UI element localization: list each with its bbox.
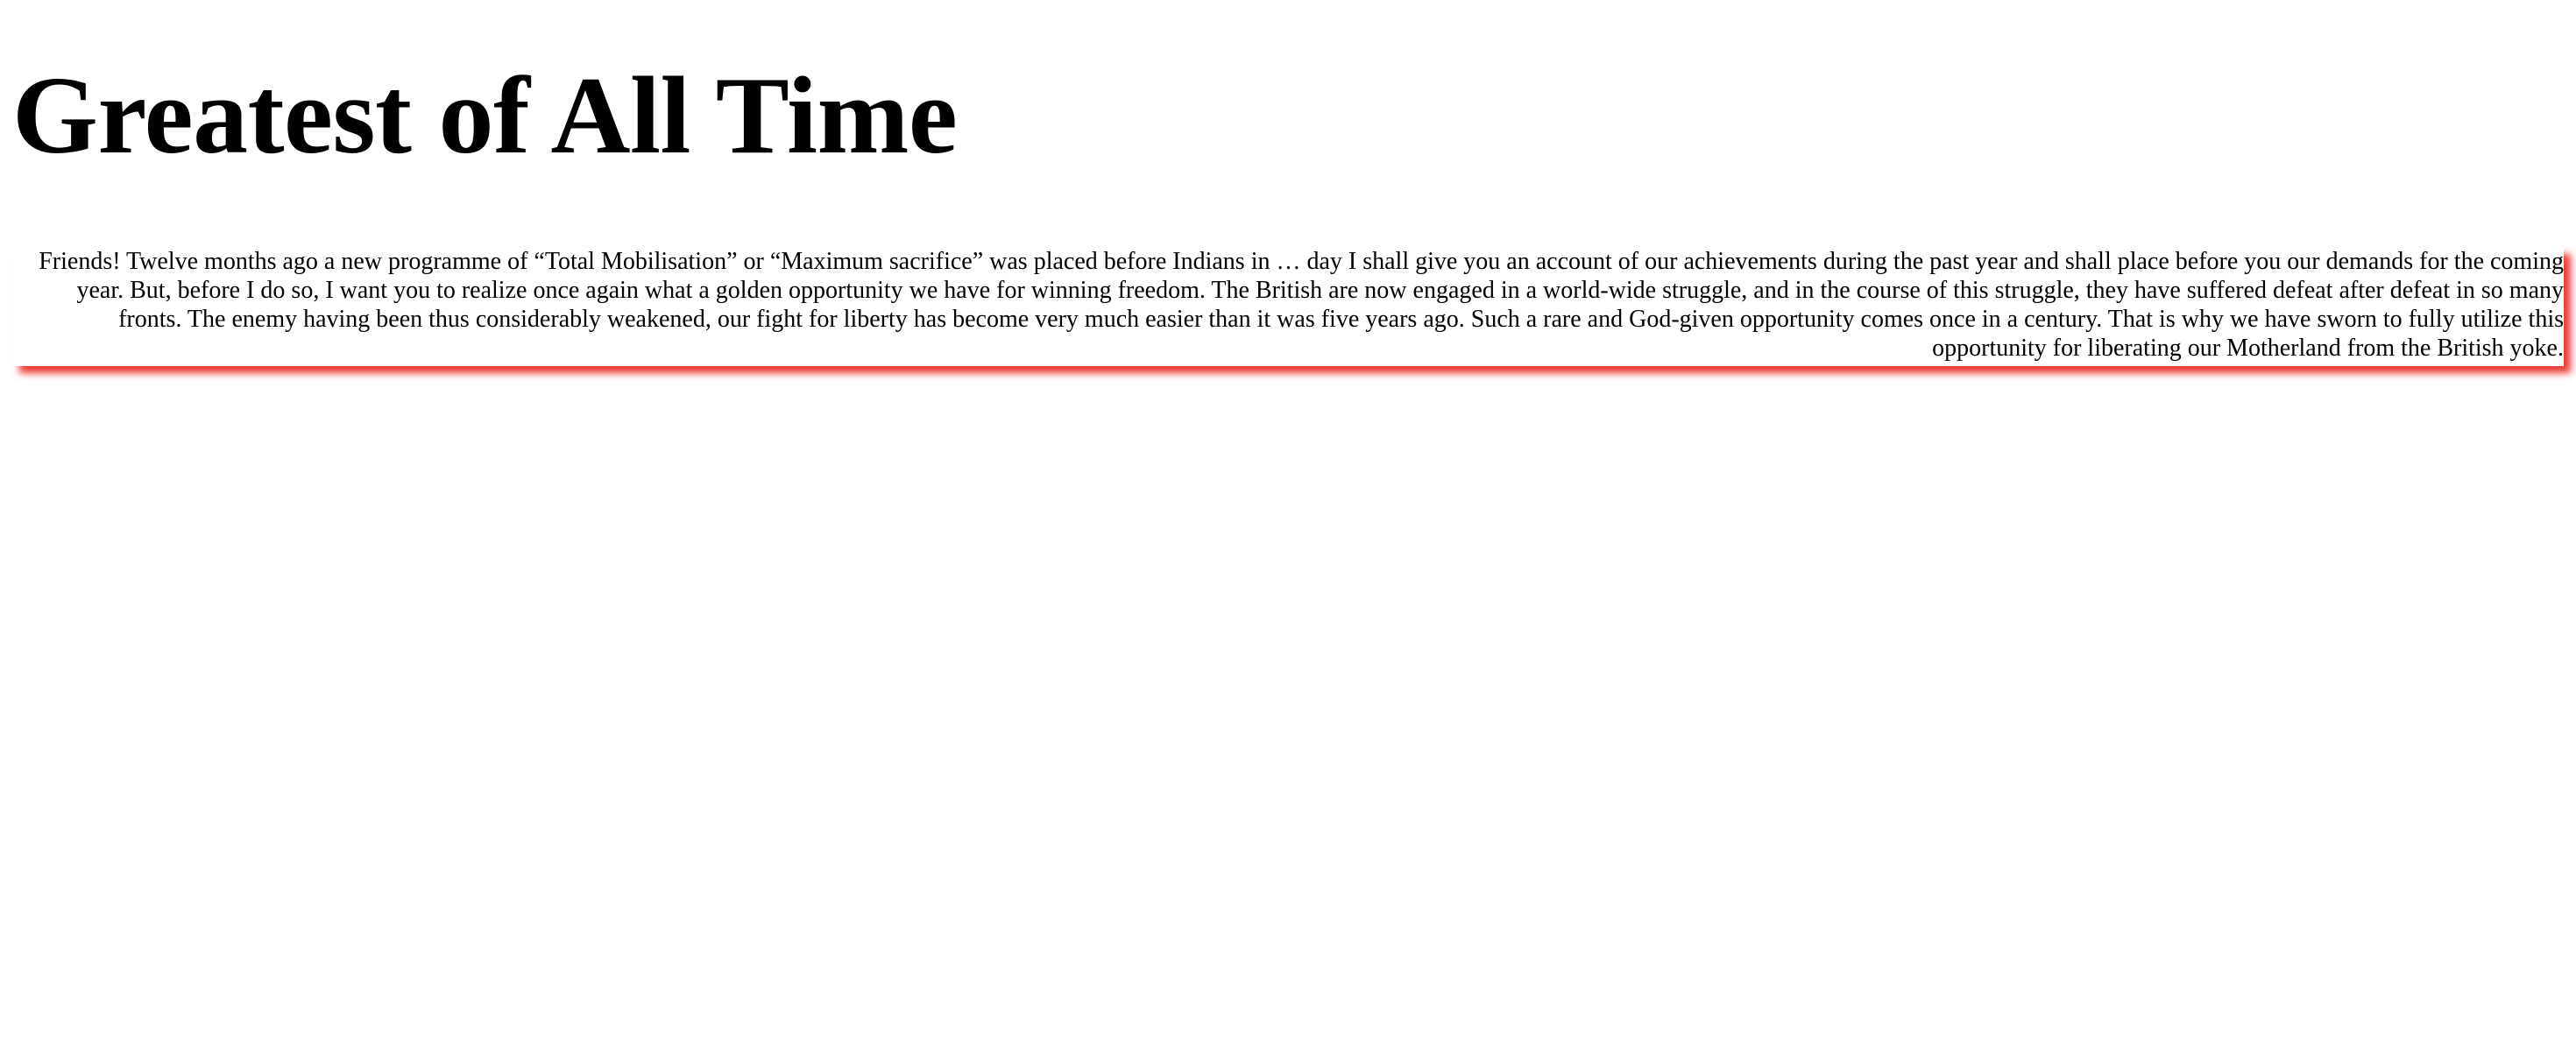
page-title: Greatest of All Time bbox=[12, 55, 958, 177]
quote-block: Friends! Twelve months ago a new program… bbox=[12, 247, 2564, 366]
page: Greatest of All Time Friends! Twelve mon… bbox=[0, 0, 2576, 1051]
quote-text: Friends! Twelve months ago a new program… bbox=[39, 248, 2564, 362]
